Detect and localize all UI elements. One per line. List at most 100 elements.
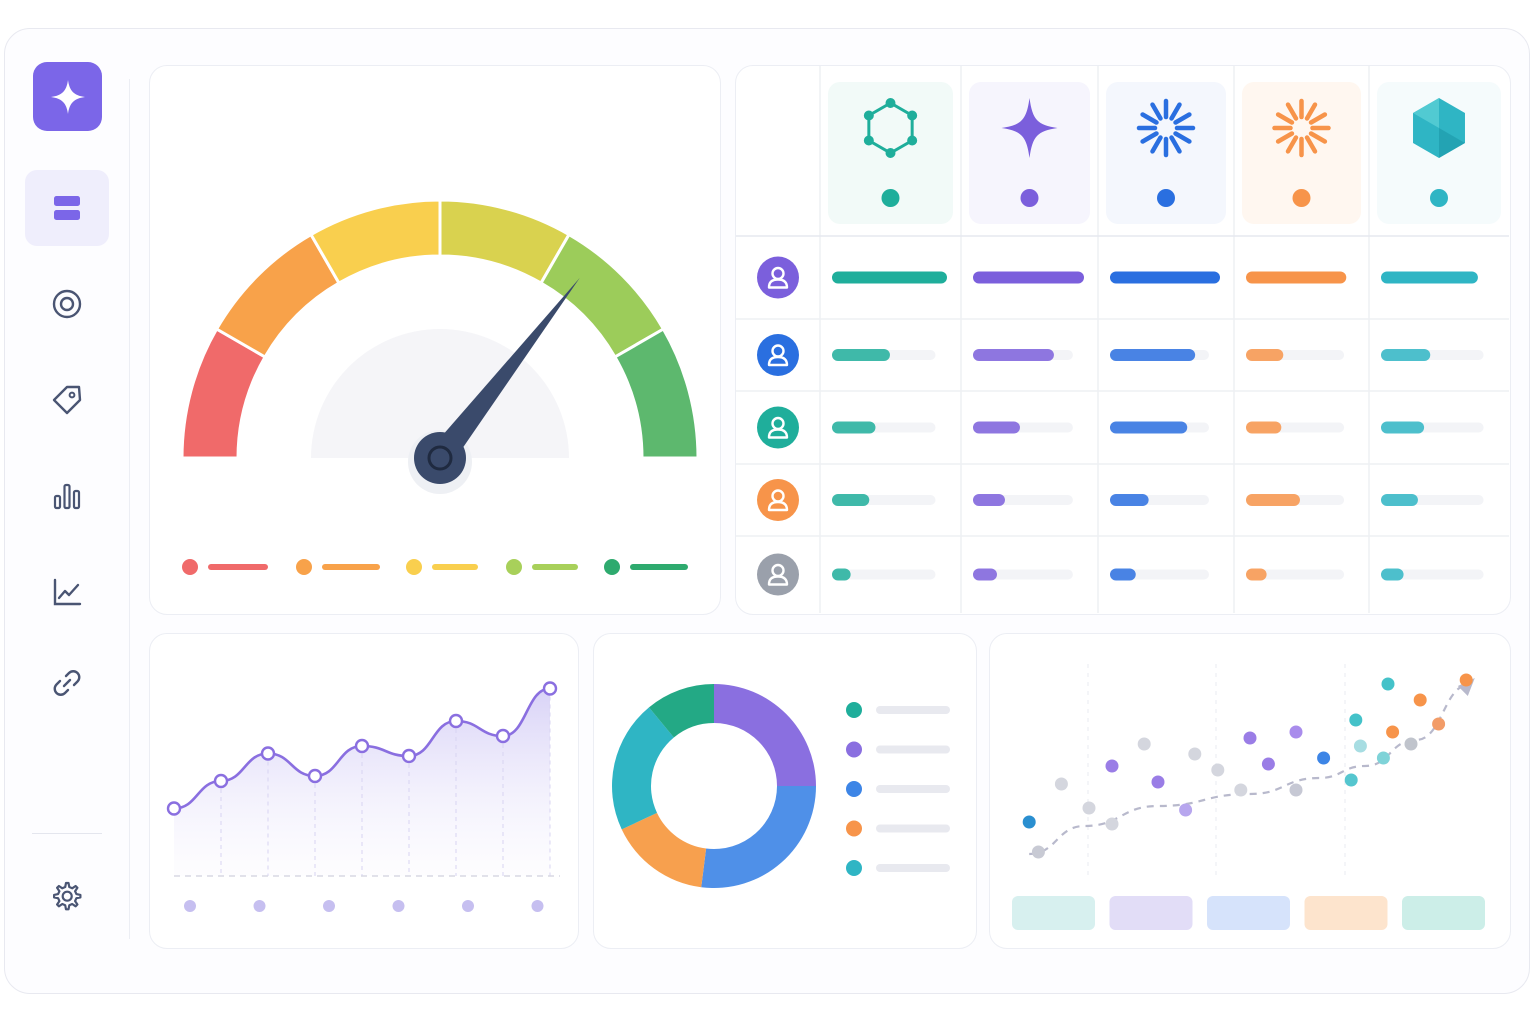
hexagon-node <box>863 135 874 146</box>
scatter-point[interactable] <box>1022 815 1036 829</box>
value-bar <box>1381 568 1404 581</box>
avatar[interactable] <box>757 406 799 449</box>
sidebar-item-links[interactable] <box>25 645 109 721</box>
legend-dot <box>296 559 312 575</box>
gauge-segment <box>612 326 700 460</box>
sidebar-item-target[interactable] <box>25 266 109 342</box>
sidebar-item-tags[interactable] <box>25 362 109 438</box>
legend-dot <box>846 781 862 797</box>
scatter-point[interactable] <box>1404 737 1418 751</box>
column-status-dot <box>1430 189 1448 207</box>
scatter-point[interactable] <box>1376 751 1390 765</box>
scatter-point[interactable] <box>1188 747 1202 761</box>
gauge-hub <box>414 432 466 484</box>
sidebar <box>5 29 129 993</box>
legend-chip[interactable] <box>1207 896 1290 930</box>
data-point[interactable] <box>401 748 417 764</box>
scatter-point[interactable] <box>1432 717 1446 731</box>
scatter-point[interactable] <box>1344 773 1358 787</box>
value-bar <box>832 421 876 434</box>
data-point[interactable] <box>260 746 276 761</box>
bar-chart-icon <box>51 480 83 512</box>
legend-dot <box>506 559 522 575</box>
data-point[interactable] <box>448 713 464 729</box>
scatter-point[interactable] <box>1459 673 1473 687</box>
legend-bar <box>630 564 688 570</box>
legend-label-placeholder <box>876 824 950 833</box>
layers-icon <box>52 193 82 223</box>
data-point[interactable] <box>213 773 229 789</box>
legend-dot <box>846 702 862 718</box>
legend-chip[interactable] <box>1402 896 1485 930</box>
value-bar <box>973 568 997 581</box>
hexagon-node <box>907 135 918 146</box>
value-bar <box>1246 421 1282 434</box>
donut-slice[interactable] <box>714 684 816 786</box>
column-status-dot <box>881 189 900 207</box>
value-bar <box>1246 349 1284 361</box>
scatter-point[interactable] <box>1413 693 1427 707</box>
scatter-point[interactable] <box>1082 801 1096 815</box>
data-point[interactable] <box>307 768 323 784</box>
scatter-point[interactable] <box>1054 777 1068 791</box>
scatter-point[interactable] <box>1211 763 1225 777</box>
scatter-point[interactable] <box>1353 739 1367 753</box>
legend-dot <box>846 820 862 837</box>
data-point[interactable] <box>354 738 370 754</box>
gauge-segment <box>308 198 442 286</box>
scatter-point[interactable] <box>1381 677 1395 691</box>
scatter-point[interactable] <box>1105 817 1119 831</box>
value-bar <box>1110 568 1136 581</box>
data-point[interactable] <box>542 681 558 696</box>
legend-chip[interactable] <box>1304 896 1388 930</box>
scatter-point[interactable] <box>1261 757 1275 771</box>
value-bar <box>832 494 870 506</box>
legend-bar <box>532 564 578 570</box>
scatter-point[interactable] <box>1289 725 1303 739</box>
scatter-point[interactable] <box>1317 751 1331 765</box>
value-bar <box>832 349 890 361</box>
avatar[interactable] <box>757 479 799 521</box>
gear-icon <box>50 879 84 913</box>
legend-chip[interactable] <box>1109 896 1193 930</box>
scatter-point[interactable] <box>1105 759 1119 773</box>
scatter-point[interactable] <box>1234 783 1248 797</box>
legend-label-placeholder <box>876 864 950 872</box>
avatar[interactable] <box>757 553 799 596</box>
scatter-point[interactable] <box>1031 845 1045 859</box>
legend-label-placeholder <box>876 785 950 793</box>
value-bar <box>1381 421 1425 434</box>
legend-chip[interactable] <box>1012 896 1095 930</box>
data-point[interactable] <box>495 728 511 744</box>
scatter-point[interactable] <box>1386 725 1400 739</box>
avatar-circle <box>757 334 799 376</box>
column-status-dot <box>1292 189 1311 207</box>
x-axis-marker <box>184 900 196 912</box>
x-axis-marker <box>323 900 335 912</box>
avatar[interactable] <box>757 334 799 376</box>
legend-bar <box>432 564 478 570</box>
sidebar-item-bar-chart[interactable] <box>25 458 109 534</box>
avatar-circle <box>757 479 799 521</box>
donut-slice[interactable] <box>621 812 707 888</box>
scatter-point[interactable] <box>1179 803 1193 817</box>
avatar-circle <box>757 406 799 449</box>
area-fill <box>174 688 550 876</box>
scatter-point[interactable] <box>1289 783 1303 797</box>
scatter-point[interactable] <box>1243 731 1257 745</box>
value-bar <box>1110 271 1220 284</box>
line-chart-card <box>149 633 579 949</box>
donut-chart-card <box>593 633 977 949</box>
scatter-point[interactable] <box>1349 713 1363 727</box>
donut-slice[interactable] <box>701 786 816 888</box>
legend-dot <box>604 559 620 575</box>
scatter-point[interactable] <box>1137 737 1151 751</box>
settings-button[interactable] <box>25 858 109 934</box>
tag-icon <box>50 383 84 417</box>
sidebar-item-line-chart[interactable] <box>25 554 109 630</box>
scatter-point[interactable] <box>1151 775 1165 789</box>
sidebar-item-layers[interactable] <box>25 170 109 246</box>
data-point[interactable] <box>166 801 182 816</box>
avatar[interactable] <box>757 256 799 299</box>
app-logo[interactable] <box>33 62 102 131</box>
